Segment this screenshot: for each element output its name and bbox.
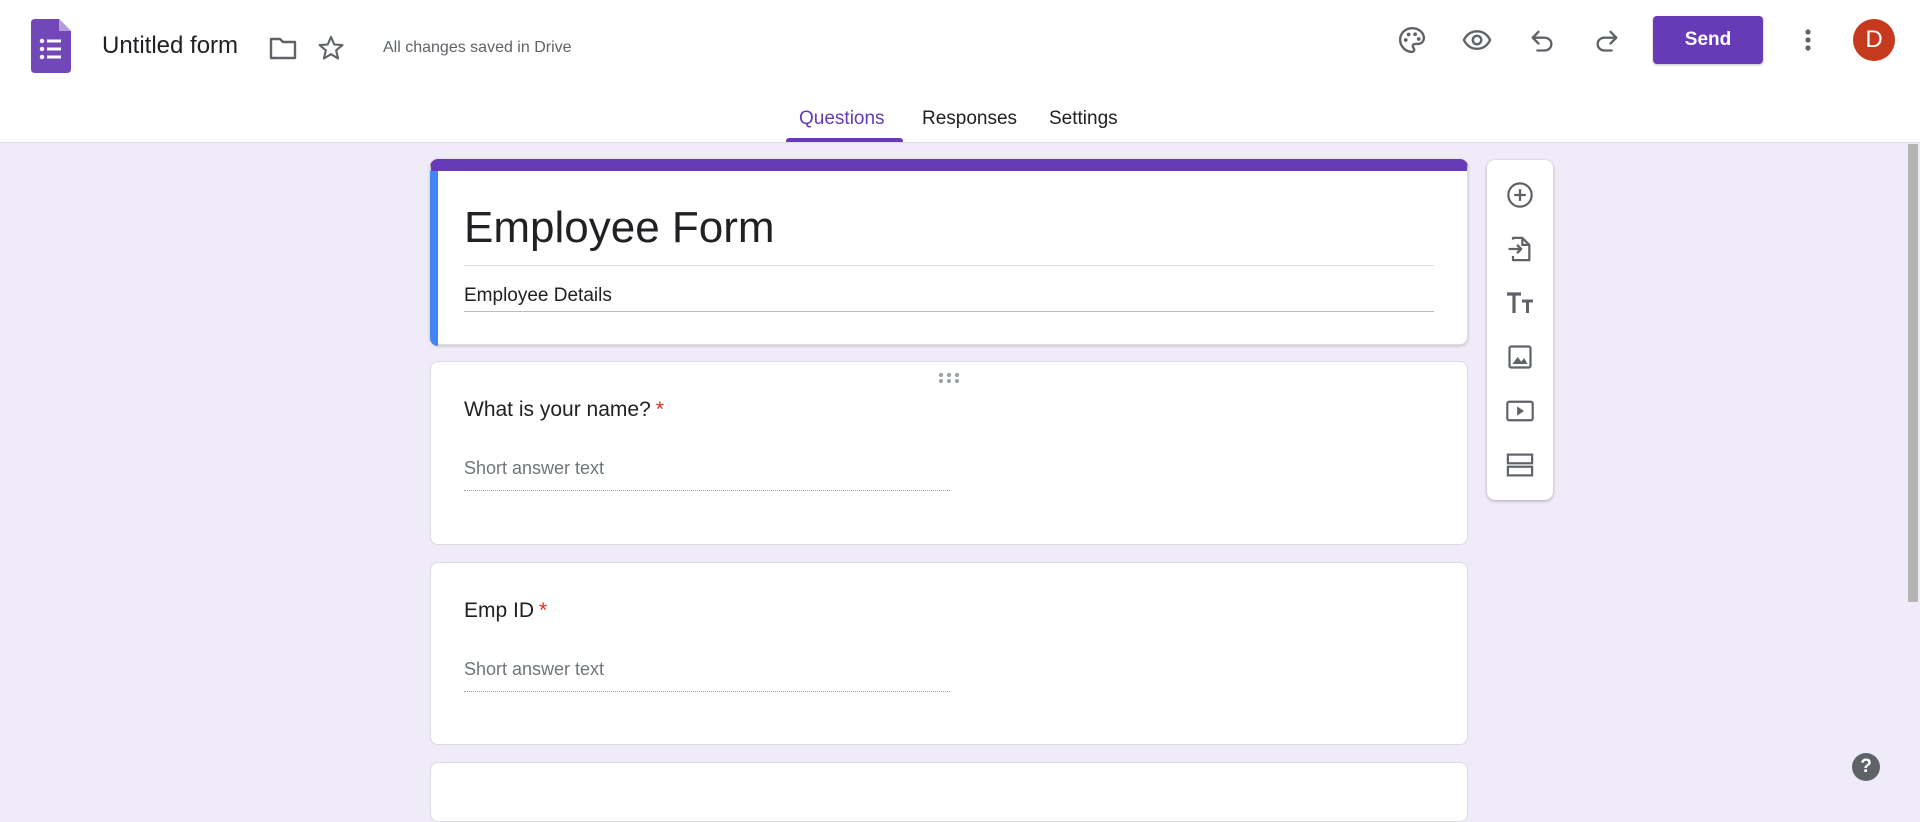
forms-logo-icon[interactable] (31, 19, 71, 73)
more-vert-icon[interactable] (1794, 24, 1822, 56)
star-icon[interactable] (316, 33, 346, 63)
undo-icon[interactable] (1526, 24, 1558, 56)
app-header: Untitled form All changes saved in Drive… (0, 0, 1920, 143)
drag-handle-icon[interactable] (938, 372, 960, 384)
answer-underline (464, 490, 950, 491)
form-title[interactable]: Employee Form (464, 203, 775, 253)
tab-questions[interactable]: Questions (799, 108, 885, 130)
short-answer-placeholder: Short answer text (464, 458, 605, 478)
tab-settings[interactable]: Settings (1049, 108, 1118, 130)
save-status-text: All changes saved in Drive (383, 39, 572, 56)
description-underline (464, 311, 1434, 312)
question-title[interactable]: What is your name? * (464, 398, 664, 422)
question-card[interactable] (430, 762, 1468, 822)
palette-icon[interactable] (1396, 24, 1428, 56)
question-text: Emp ID (464, 599, 535, 622)
avatar[interactable]: D (1853, 19, 1895, 61)
import-questions-icon[interactable] (1504, 233, 1536, 265)
help-icon[interactable]: ? (1852, 753, 1880, 781)
add-video-icon[interactable] (1504, 395, 1536, 427)
tab-responses[interactable]: Responses (922, 108, 1017, 130)
answer-underline (464, 691, 950, 692)
add-image-icon[interactable] (1504, 341, 1536, 373)
folder-icon[interactable] (268, 33, 298, 63)
title-divider (464, 265, 1434, 266)
question-card[interactable]: What is your name? * Short answer text (430, 361, 1468, 545)
add-title-icon[interactable] (1504, 287, 1536, 319)
required-asterisk: * (539, 599, 548, 622)
question-toolbar (1487, 160, 1553, 500)
short-answer-placeholder: Short answer text (464, 659, 605, 679)
scrollbar-thumb[interactable] (1908, 144, 1918, 602)
question-text: What is your name? (464, 398, 651, 421)
required-asterisk: * (655, 398, 664, 421)
add-section-icon[interactable] (1504, 449, 1536, 481)
add-question-icon[interactable] (1504, 179, 1536, 211)
form-title-card[interactable]: Employee Form Employee Details (430, 159, 1468, 346)
preview-eye-icon[interactable] (1461, 24, 1493, 56)
redo-icon[interactable] (1591, 24, 1623, 56)
question-card[interactable]: Emp ID * Short answer text (430, 562, 1468, 745)
active-tab-indicator (786, 138, 903, 142)
page-scrollbar[interactable] (1906, 143, 1920, 800)
selected-card-indicator (430, 171, 438, 346)
document-title[interactable]: Untitled form (102, 32, 238, 60)
send-button[interactable]: Send (1653, 16, 1763, 64)
form-description[interactable]: Employee Details (464, 285, 612, 307)
question-title[interactable]: Emp ID * (464, 599, 547, 623)
